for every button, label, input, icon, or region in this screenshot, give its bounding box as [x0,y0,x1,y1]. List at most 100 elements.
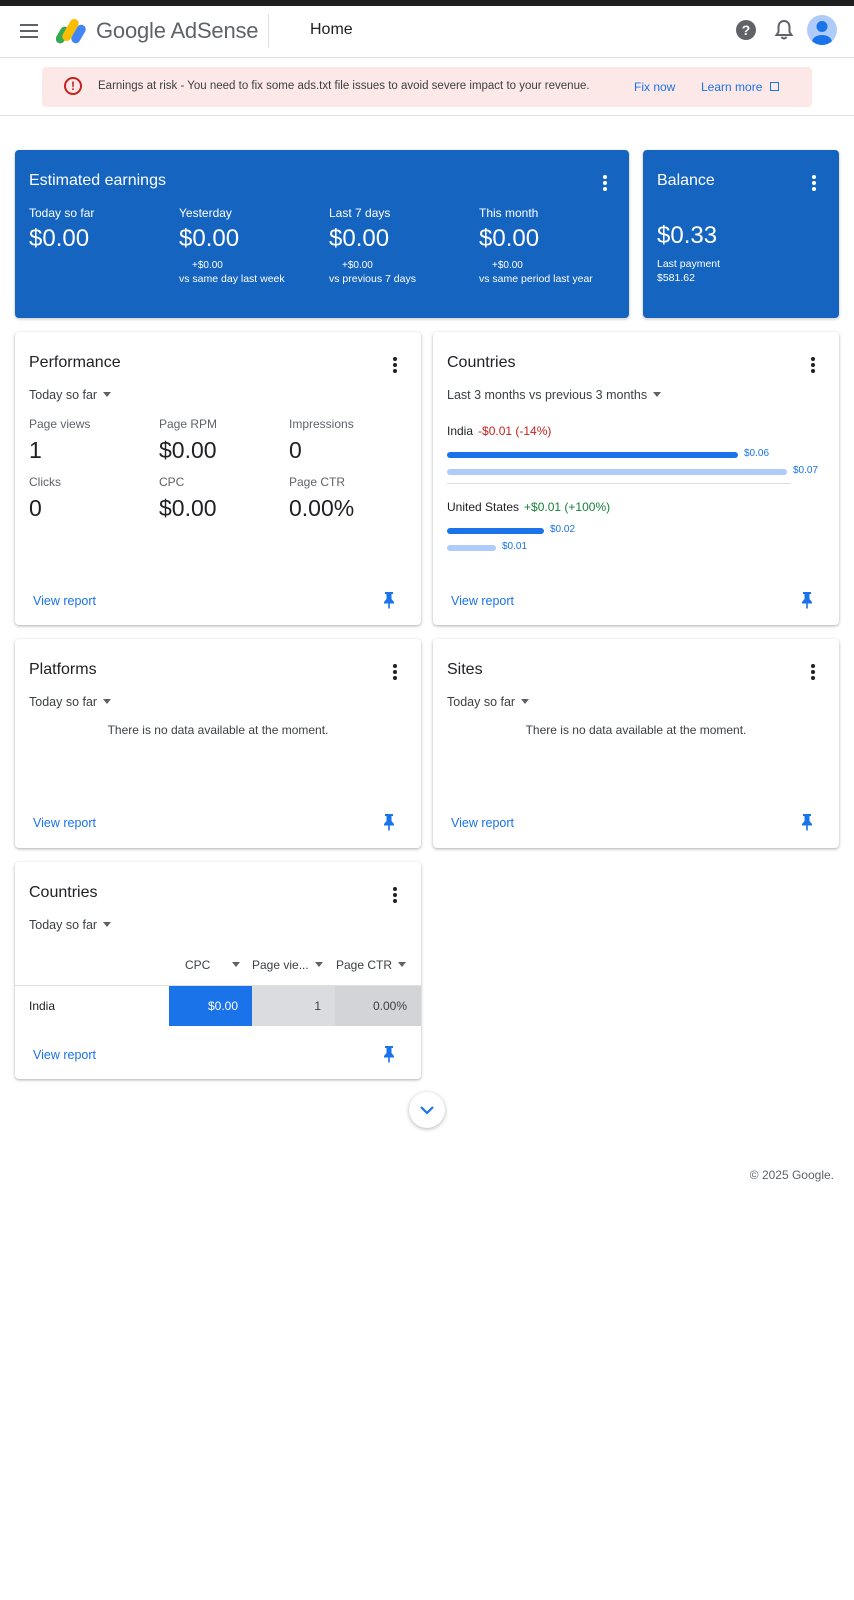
metric-page-views: Page views 1 [29,417,90,464]
country-name: United States [447,500,520,514]
more-options-icon[interactable] [810,663,816,681]
metric-label: Impressions [289,417,354,431]
earnings-comparison: vs same period last year [479,273,593,285]
more-options-icon[interactable] [810,356,816,374]
pin-icon[interactable] [383,1045,395,1063]
alert-message: Earnings at risk - You need to fix some … [98,80,590,92]
platforms-card: Platforms Today so far There is no data … [15,639,421,848]
metric-value: $0.00 [159,437,217,463]
top-app-bar: Google AdSense Home ? [0,6,854,58]
estimated-earnings-card: Estimated earnings Today so far $0.00 Ye… [15,150,629,318]
column-header-page-views[interactable]: Page vie... [252,958,323,972]
countries-title: Countries [29,884,98,901]
metric-page-ctr: Page CTR 0.00% [289,475,354,522]
fix-now-link[interactable]: Fix now [634,80,675,94]
earnings-value: $0.00 [179,225,240,252]
estimated-earnings-title: Estimated earnings [29,172,166,189]
country-cell: India [29,999,56,1013]
view-report-link[interactable]: View report [451,594,514,608]
brand-name: Google AdSense [96,18,259,43]
view-report-link[interactable]: View report [451,816,514,830]
error-icon: ! [64,77,82,95]
sort-caret-icon [314,962,323,967]
earnings-this-month: This month $0.00 +$0.00 vs same period l… [479,206,593,285]
earnings-delta: +$0.00 [192,260,223,271]
countries-title: Countries [447,354,516,371]
performance-card: Performance Today so far Page views 1 Pag… [15,332,421,625]
metric-value: 0 [289,437,302,463]
cpc-cell: $0.00 [169,986,252,1026]
view-report-link[interactable]: View report [33,1048,96,1062]
country-row-label: India -$0.01 (-14%) [447,424,551,438]
date-range-dropdown[interactable]: Today so far [29,695,112,709]
metric-value: 0.00% [289,495,355,521]
more-options-icon[interactable] [811,174,817,192]
caret-down-icon [103,922,112,927]
pin-icon[interactable] [801,813,813,831]
metric-label: Clicks [29,475,61,489]
metric-cpc: CPC $0.00 [159,475,217,522]
balance-title: Balance [657,172,715,189]
learn-more-link[interactable]: Learn more [701,80,779,94]
earnings-value: $0.00 [479,225,540,252]
date-range-dropdown[interactable]: Last 3 months vs previous 3 months [447,388,662,402]
earnings-delta: +$0.00 [492,260,523,271]
sites-card: Sites Today so far There is no data avai… [433,639,839,848]
last-payment-label: Last payment [657,258,721,270]
pin-icon[interactable] [383,813,395,831]
earnings-yesterday: Yesterday $0.00 +$0.00 vs same day last … [179,206,285,285]
column-header-label: Page CTR [336,958,393,972]
empty-state-message: There is no data available at the moment… [525,723,747,737]
header-divider [268,14,269,48]
earnings-value: $0.00 [329,225,390,252]
view-report-link[interactable]: View report [33,594,96,608]
date-range-dropdown[interactable]: Today so far [29,388,112,402]
earnings-label: Yesterday [179,206,232,220]
country-bar-previous [447,545,496,551]
country-bar-value: $0.07 [793,465,819,476]
caret-down-icon [103,699,112,704]
pin-icon[interactable] [383,591,395,609]
bell-icon[interactable] [774,19,794,41]
expand-more-button[interactable] [409,1092,445,1128]
more-options-icon[interactable] [392,886,398,904]
view-report-link[interactable]: View report [33,816,96,830]
caret-down-icon [521,699,530,704]
metric-value: $0.00 [159,495,217,521]
country-bar-value: $0.06 [744,448,770,459]
menu-icon[interactable] [18,20,40,42]
column-header-label: Page vie... [252,958,309,972]
more-options-icon[interactable] [392,356,398,374]
earnings-at-risk-alert: ! Earnings at risk - You need to fix som… [42,67,812,107]
date-range-dropdown[interactable]: Today so far [29,918,112,932]
earnings-today: Today so far $0.00 [29,206,94,253]
footer-copyright: © 2025 Google. [749,1168,834,1182]
country-bar-value: $0.02 [550,524,576,535]
countries-chart-card: Countries Last 3 months vs previous 3 mo… [433,332,839,625]
earnings-label: This month [479,206,539,220]
adsense-logo-icon [56,19,86,44]
earnings-comparison: vs same day last week [179,273,285,285]
country-change: +$0.01 (+100%) [524,500,611,514]
earnings-label: Last 7 days [329,206,391,220]
date-range-dropdown[interactable]: Today so far [447,695,530,709]
country-separator [447,483,791,484]
avatar[interactable] [807,15,837,45]
date-range-label: Last 3 months vs previous 3 months [447,388,648,402]
open-in-new-icon [769,82,779,91]
country-row-label: United States +$0.01 (+100%) [447,500,610,514]
metric-label: Page RPM [159,417,218,431]
column-header-page-ctr[interactable]: Page CTR [336,958,407,972]
country-bar-current [447,452,738,458]
metric-page-rpm: Page RPM $0.00 [159,417,217,464]
date-range-label: Today so far [447,695,516,709]
metric-value: 1 [29,437,42,463]
chevron-down-icon [420,1106,434,1115]
column-header-cpc[interactable]: CPC [185,958,241,972]
date-range-label: Today so far [29,388,98,402]
help-icon[interactable]: ? [736,20,756,40]
more-options-icon[interactable] [602,174,608,192]
pin-icon[interactable] [801,591,813,609]
country-change: -$0.01 (-14%) [478,424,552,438]
more-options-icon[interactable] [392,663,398,681]
